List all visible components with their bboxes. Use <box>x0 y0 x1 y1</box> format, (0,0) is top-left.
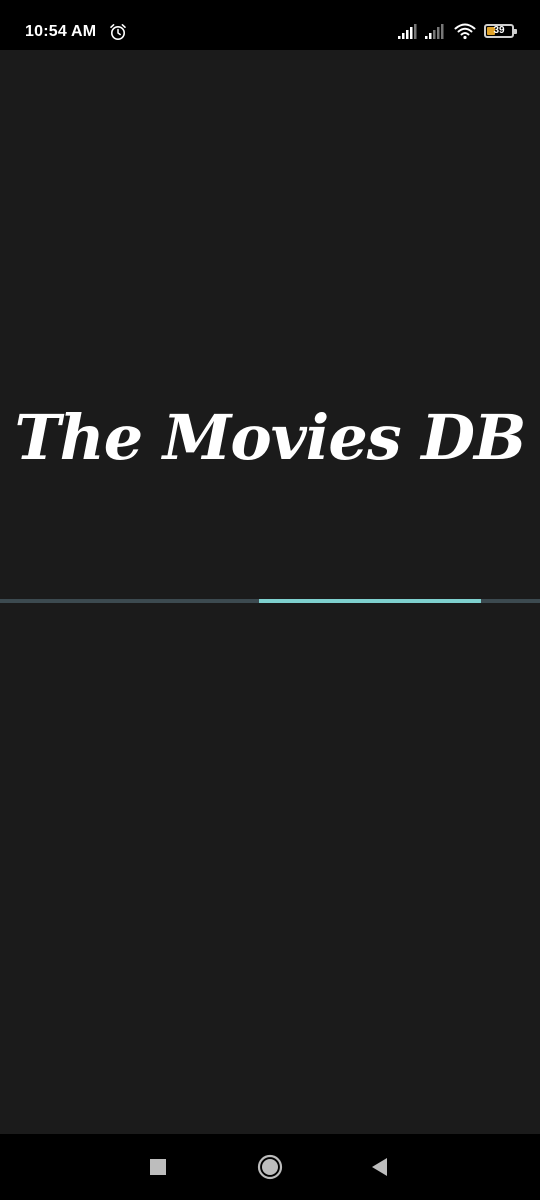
back-triangle-icon <box>372 1158 387 1176</box>
alarm-icon <box>110 24 126 40</box>
app-title: The Movies DB <box>14 401 527 474</box>
loading-progress-indicator <box>259 599 481 603</box>
home-circle-icon <box>257 1154 283 1180</box>
status-bar: 10:54 AM 39 <box>0 0 540 50</box>
home-button[interactable] <box>240 1134 300 1200</box>
battery-icon: 39 <box>484 24 517 38</box>
navigation-bar <box>0 1134 540 1200</box>
back-button[interactable] <box>350 1134 410 1200</box>
signal-icon <box>398 24 417 39</box>
splash-screen: The Movies DB <box>0 50 540 1134</box>
recents-square-icon <box>150 1159 166 1175</box>
loading-progress-bar <box>0 599 540 603</box>
battery-level: 39 <box>493 25 505 36</box>
status-time: 10:54 AM <box>25 23 97 40</box>
signal-icon <box>425 24 444 39</box>
recents-button[interactable] <box>128 1134 188 1200</box>
wifi-icon <box>454 23 476 40</box>
